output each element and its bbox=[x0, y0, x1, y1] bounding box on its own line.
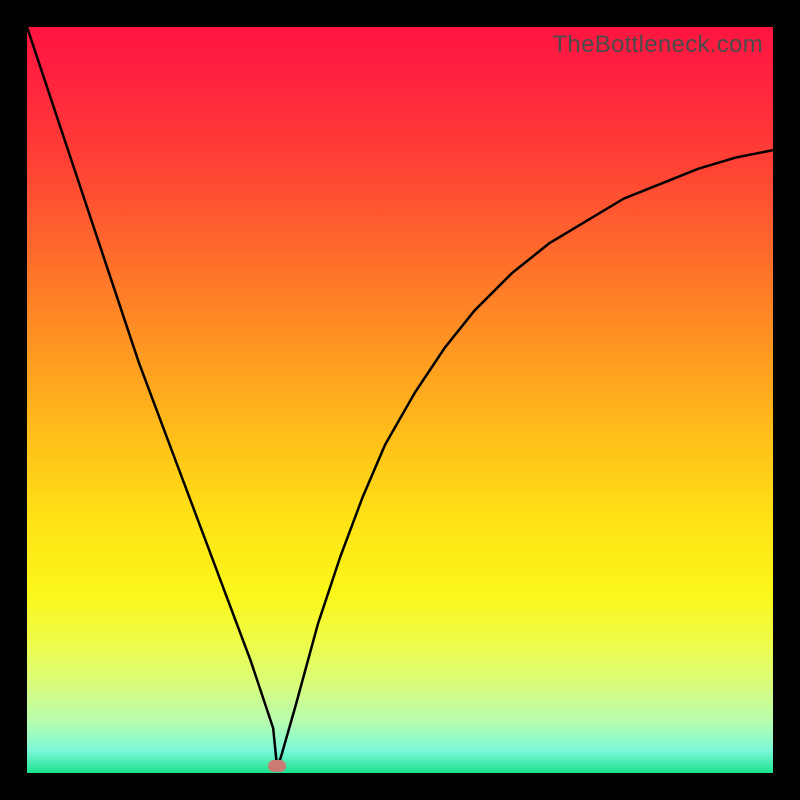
watermark-text: TheBottleneck.com bbox=[552, 31, 763, 59]
chart-curve bbox=[27, 27, 773, 773]
plot-area: TheBottleneck.com bbox=[27, 27, 773, 773]
optimum-marker bbox=[268, 760, 286, 772]
